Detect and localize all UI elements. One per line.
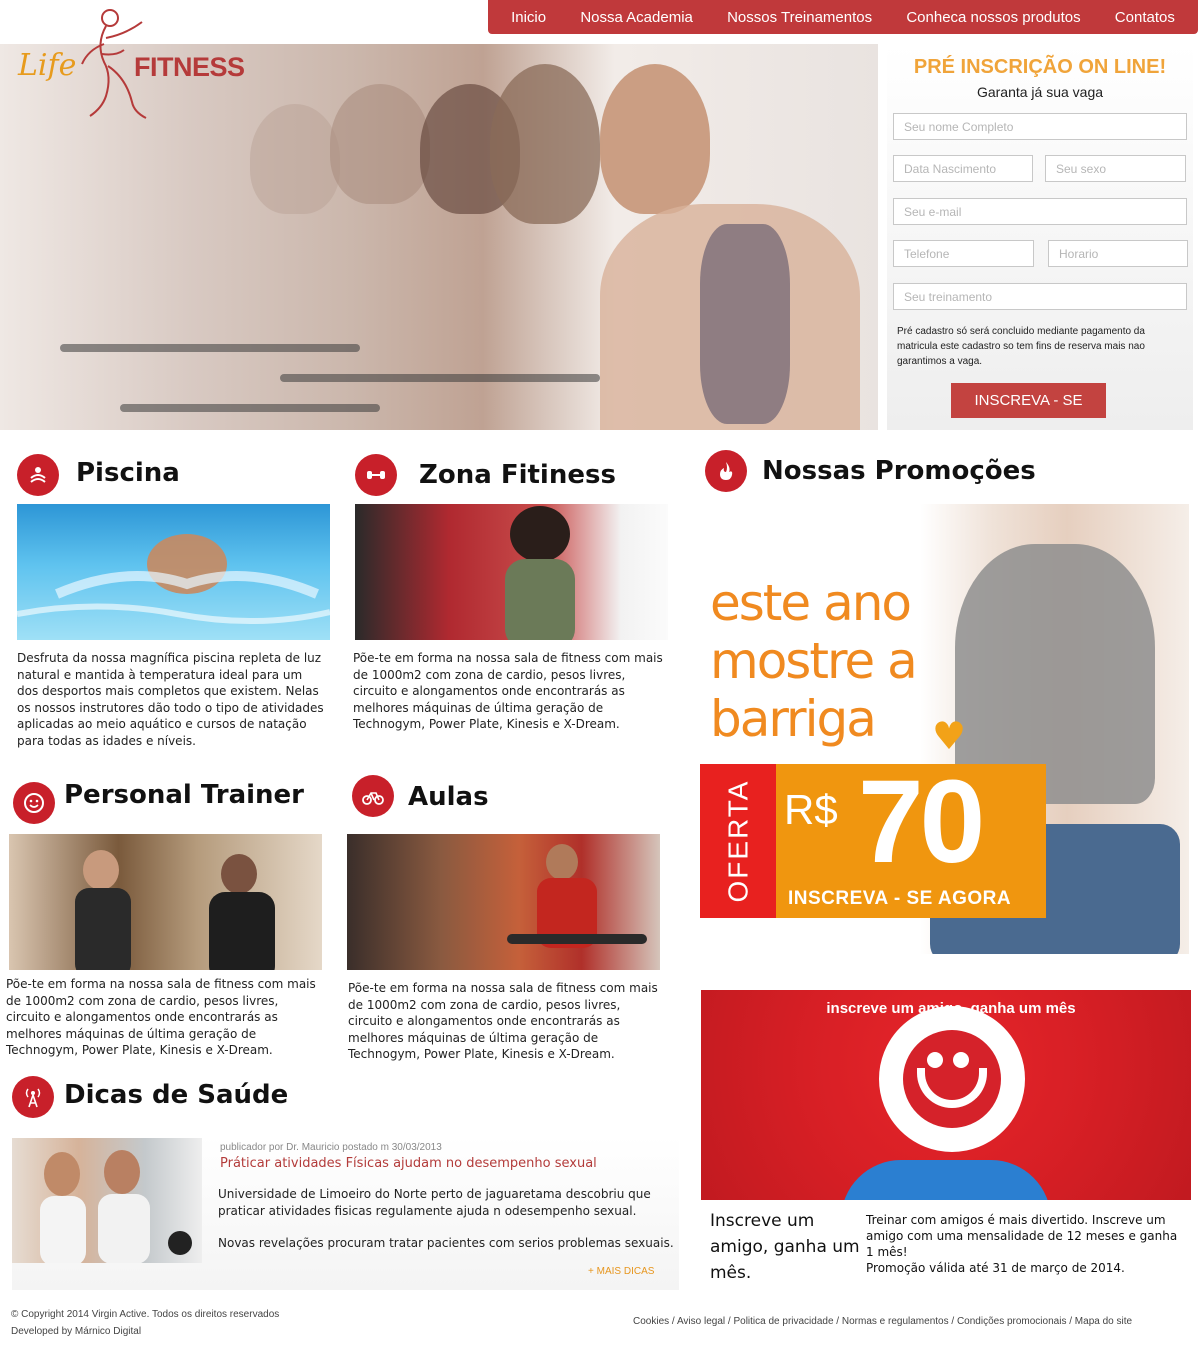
promo-amigo-text: Treinar com amigos é mais divertido. Ins… bbox=[866, 1213, 1178, 1259]
smiley-face bbox=[903, 1030, 1001, 1128]
zona-fitiness-text: Põe-te em forma na nossa sala de fitness… bbox=[353, 651, 663, 732]
main-nav: Inicio Nossa Academia Nossos Treinamento… bbox=[488, 0, 1198, 34]
price-cta: INSCREVA - SE AGORA bbox=[788, 888, 1012, 909]
broadcast-icon bbox=[12, 1076, 54, 1118]
email-input[interactable] bbox=[893, 198, 1187, 225]
hero-bike-2 bbox=[280, 374, 600, 382]
dicas-title: Dicas de Saúde bbox=[64, 1080, 289, 1110]
personal-trainer-title: Personal Trainer bbox=[64, 780, 304, 810]
personal-trainer-text: Põe-te em forma na nossa sala de fitness… bbox=[6, 977, 316, 1058]
offer-label: OFERTA bbox=[722, 779, 754, 903]
nav-produtos[interactable]: Conheca nossos produtos bbox=[906, 9, 1080, 26]
swimmer-icon bbox=[17, 454, 59, 496]
site-logo[interactable]: Life FITNESS bbox=[14, 4, 254, 124]
hero-person-1 bbox=[250, 104, 340, 214]
nav-inicio[interactable]: Inicio bbox=[511, 9, 546, 26]
promo-banner-amigo[interactable]: inscreve um amigo, ganha um mês bbox=[701, 990, 1191, 1200]
hero-person-4 bbox=[490, 64, 600, 224]
promo-headline: este ano mostre a barriga bbox=[710, 574, 918, 748]
hero-person-woman-face bbox=[600, 64, 710, 214]
footer-link-privacidade[interactable]: Politica de privacidade bbox=[733, 1316, 833, 1327]
aulas-text: Põe-te em forma na nossa sala de fitness… bbox=[348, 981, 658, 1062]
smiley-eye-right bbox=[953, 1052, 969, 1068]
zona-fitiness-title: Zona Fitiness bbox=[419, 460, 616, 490]
promo-amigo-caption: Inscreve um amigo, ganha um mês. bbox=[710, 1211, 860, 1283]
hero-person-2 bbox=[330, 84, 430, 204]
piscina-title: Piscina bbox=[76, 458, 180, 488]
health-tip-meta: publicador por Dr. Mauricio postado m 30… bbox=[220, 1142, 442, 1153]
price-box[interactable]: R$ 70 INSCREVA - SE AGORA bbox=[776, 756, 1046, 918]
logo-life-text: Life bbox=[18, 48, 77, 83]
flame-icon bbox=[705, 450, 747, 492]
smile-icon bbox=[13, 782, 55, 824]
training-input[interactable] bbox=[893, 283, 1187, 310]
phone-input[interactable] bbox=[893, 240, 1034, 267]
footer-link-aviso-legal[interactable]: Aviso legal bbox=[677, 1316, 725, 1327]
dumbbell-icon bbox=[355, 454, 397, 496]
promo-amigo-validity: Promoção válida até 31 de março de 2014. bbox=[866, 1261, 1125, 1275]
nav-nossos-treinamentos[interactable]: Nossos Treinamentos bbox=[727, 9, 872, 26]
sex-input[interactable] bbox=[1045, 155, 1186, 182]
form-title: PRÉ INSCRIÇÃO ON LINE! bbox=[913, 56, 1167, 78]
footer-links: Cookies / Aviso legal / Politica de priv… bbox=[633, 1316, 1133, 1327]
footer-link-condicoes[interactable]: Condições promocionais bbox=[957, 1316, 1067, 1327]
piscina-text: Desfruta da nossa magnífica piscina repl… bbox=[17, 651, 324, 748]
promo-amigo-description: Treinar com amigos é mais divertido. Ins… bbox=[866, 1212, 1186, 1276]
zona-fitiness-image bbox=[355, 504, 668, 640]
register-button[interactable]: INSCREVA - SE bbox=[951, 383, 1106, 418]
schedule-input[interactable] bbox=[1048, 240, 1188, 267]
smiley-mouth bbox=[917, 1068, 987, 1108]
heart-icon: ♥ bbox=[932, 714, 967, 758]
nav-contatos[interactable]: Contatos bbox=[1115, 9, 1175, 26]
offer-label-box: OFERTA bbox=[700, 764, 776, 918]
smiley-icon bbox=[879, 1006, 1025, 1152]
price-currency: R$ bbox=[784, 786, 838, 833]
aulas-image bbox=[347, 834, 660, 970]
piscina-image bbox=[17, 504, 330, 640]
health-tip-image[interactable] bbox=[12, 1138, 202, 1263]
footer-link-cookies[interactable]: Cookies bbox=[633, 1316, 669, 1327]
price-value: 70 bbox=[858, 756, 985, 888]
bicycle-icon bbox=[352, 775, 394, 817]
footer-credits: © Copyright 2014 Virgin Active. Todos os… bbox=[11, 1306, 279, 1340]
name-input[interactable] bbox=[893, 113, 1187, 140]
health-tip-body: Universidade de Limoeiro do Norte perto … bbox=[218, 1186, 678, 1252]
form-note: Pré cadastro só será concluido mediante … bbox=[897, 326, 1145, 367]
birth-date-input[interactable] bbox=[893, 155, 1033, 182]
footer-copyright: © Copyright 2014 Virgin Active. Todos os… bbox=[11, 1309, 280, 1320]
health-tip-paragraph-2: Novas revelações procuram tratar pacient… bbox=[218, 1236, 674, 1250]
promo-banner-barriga[interactable]: este ano mostre a barriga ♥ OFERTA R$ 70… bbox=[700, 504, 1189, 954]
promocoes-title: Nossas Promoções bbox=[762, 456, 1036, 486]
footer-link-mapa-site[interactable]: Mapa do site bbox=[1075, 1316, 1132, 1327]
form-subtitle: Garanta já sua vaga bbox=[976, 84, 1104, 100]
footer-developer: Developed by Márnico Digital bbox=[11, 1326, 142, 1337]
pre-registration-form: PRÉ INSCRIÇÃO ON LINE! Garanta já sua va… bbox=[887, 44, 1193, 430]
smiley-eye-left bbox=[927, 1052, 943, 1068]
footer-link-normas[interactable]: Normas e regulamentos bbox=[842, 1316, 949, 1327]
hero-bike-1 bbox=[60, 344, 360, 352]
health-tip-title[interactable]: Práticar atividades Físicas ajudam no de… bbox=[220, 1156, 597, 1171]
hero-tank-top bbox=[700, 224, 790, 424]
health-tip-paragraph-1: Universidade de Limoeiro do Norte perto … bbox=[218, 1187, 651, 1218]
more-tips-link[interactable]: + MAIS DICAS bbox=[588, 1266, 654, 1277]
hero-bike-3 bbox=[120, 404, 380, 412]
logo-fitness-text: FITNESS bbox=[134, 52, 245, 82]
nav-nossa-academia[interactable]: Nossa Academia bbox=[580, 9, 693, 26]
aulas-title: Aulas bbox=[408, 782, 489, 812]
personal-trainer-image bbox=[9, 834, 322, 970]
promo-amigo-shirt bbox=[841, 1160, 1051, 1200]
